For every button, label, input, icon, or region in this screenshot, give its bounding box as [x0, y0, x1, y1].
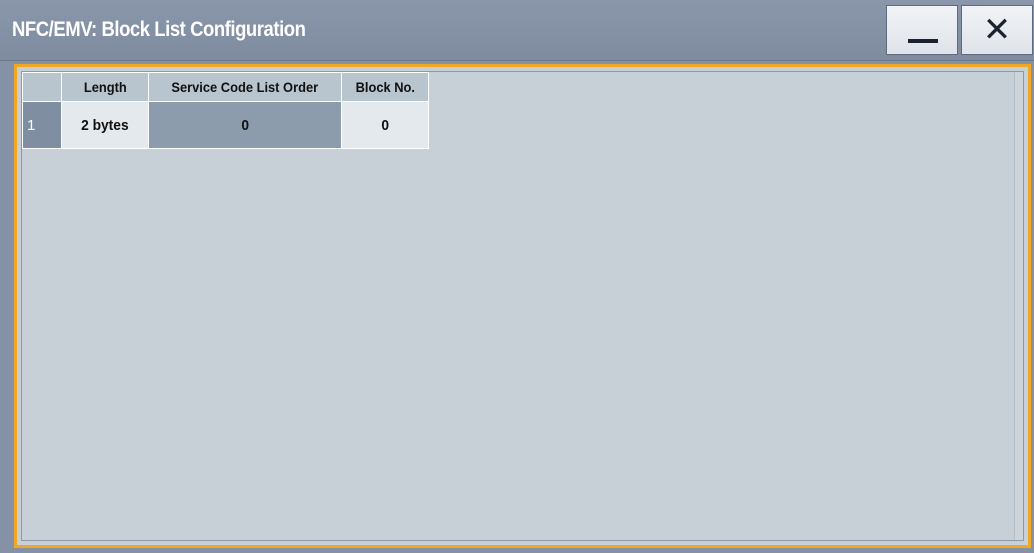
header-service-code-list-order: Service Code List Order [148, 72, 342, 102]
header-corner [22, 72, 62, 102]
service-code-list-order-value: 0 [241, 116, 249, 134]
table-header-row: Length Service Code List Order Block No. [22, 72, 429, 102]
dialog-window: NFC/EMV: Block List Configuration ✕ Leng… [0, 0, 1034, 553]
title-bar: NFC/EMV: Block List Configuration ✕ [0, 0, 1034, 61]
row-index[interactable]: 1 [22, 101, 62, 149]
header-block-no-label: Block No. [355, 79, 415, 95]
close-button[interactable]: ✕ [961, 5, 1033, 55]
length-cell[interactable]: 2 bytes [61, 101, 149, 149]
close-icon: ✕ [982, 10, 1012, 50]
dialog-title: NFC/EMV: Block List Configuration [12, 18, 306, 41]
header-service-code-list-order-label: Service Code List Order [171, 79, 319, 95]
service-code-list-order-cell: 0 [148, 101, 342, 149]
header-length: Length [61, 72, 149, 102]
minimize-button[interactable] [886, 5, 958, 55]
header-block-no: Block No. [341, 72, 429, 102]
block-no-cell[interactable]: 0 [341, 101, 429, 149]
minimize-icon [908, 39, 938, 43]
table-row: 1 2 bytes 0 0 [22, 101, 429, 149]
table-area: Length Service Code List Order Block No.… [21, 71, 1024, 541]
block-list-table: Length Service Code List Order Block No.… [22, 72, 429, 149]
length-value: 2 bytes [81, 116, 129, 134]
vertical-scrollbar[interactable] [1014, 72, 1023, 540]
block-no-value: 0 [381, 116, 389, 134]
block-list-panel: Length Service Code List Order Block No.… [14, 64, 1031, 548]
header-length-label: Length [83, 79, 127, 95]
